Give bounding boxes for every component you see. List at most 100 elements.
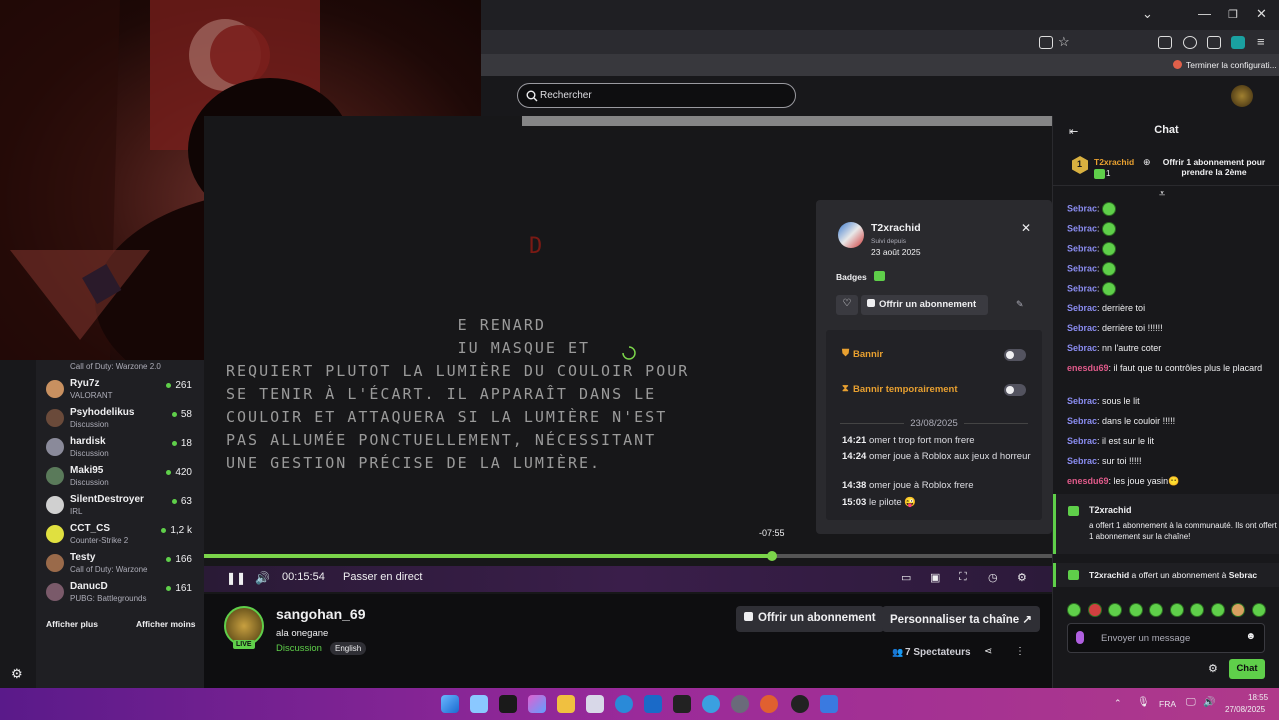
screenshot-icon[interactable]	[1158, 36, 1172, 49]
menu-icon[interactable]: ≡	[1257, 34, 1265, 49]
chat-username[interactable]: Sebrac	[1067, 223, 1097, 233]
expand-icon[interactable]: ⩡	[1159, 188, 1165, 201]
language-indicator[interactable]: FRA	[1159, 699, 1176, 709]
chat-message[interactable]: Sebrac: nn l'autre coter	[1067, 342, 1273, 354]
ban-toggle[interactable]	[1004, 349, 1026, 361]
emote-icon[interactable]	[1102, 202, 1117, 216]
app-icon[interactable]	[820, 695, 838, 713]
pinned-user[interactable]: T2xrachid	[1094, 157, 1134, 167]
more-options-icon[interactable]: ⋮	[1015, 646, 1025, 657]
emote-icon[interactable]	[1102, 262, 1117, 276]
chat-message[interactable]: Sebrac: sous le lit	[1067, 395, 1273, 407]
store-icon[interactable]	[586, 695, 604, 713]
chat-message[interactable]: enesdu69: les joue yasin😶	[1067, 475, 1273, 487]
emote-icon[interactable]	[1108, 603, 1122, 617]
chat-settings-icon[interactable]: ⚙	[1208, 662, 1218, 675]
extensions-icon[interactable]	[1207, 36, 1221, 49]
clock-time[interactable]: 18:55	[1248, 693, 1268, 702]
outlook-icon[interactable]	[644, 695, 662, 713]
emote-icon[interactable]	[1169, 603, 1184, 617]
start-icon[interactable]	[441, 695, 459, 713]
tiktok-icon[interactable]	[499, 695, 517, 713]
sidebar-channel[interactable]: DanucD PUBG: Battlegrounds 161	[40, 579, 200, 607]
share-icon[interactable]: ⋖	[984, 646, 992, 657]
chat-username[interactable]: Sebrac	[1067, 283, 1097, 293]
mic-icon[interactable]	[1076, 631, 1084, 644]
chevron-down-icon[interactable]: ⌄	[1142, 6, 1153, 22]
sub-notice-user[interactable]: T2xrachid	[1089, 505, 1132, 515]
gift-sub-button[interactable]: Offrir un abonnement	[736, 606, 884, 632]
widgets-icon[interactable]	[470, 695, 488, 713]
volume-icon[interactable]: 🔊	[255, 571, 270, 585]
stream-tag[interactable]: English	[330, 642, 367, 655]
sidebar-channel[interactable]: Ryu7z VALORANT 261	[40, 376, 200, 404]
playback-speed-icon[interactable]: ◷	[988, 571, 998, 584]
emote-icon[interactable]	[1210, 603, 1225, 617]
sidebar-channel[interactable]: CCT_CS Counter-Strike 2 1,2 k	[40, 521, 200, 549]
microphone-tray-icon[interactable]: 🎙	[1137, 697, 1150, 708]
close-icon[interactable]: ✕	[1256, 6, 1267, 22]
user-card-close-icon[interactable]: ✕	[1021, 221, 1031, 235]
emoji-picker-icon[interactable]: ☻	[1245, 631, 1256, 642]
maximize-icon[interactable]: ❐	[1228, 8, 1238, 21]
player-settings-icon[interactable]: ⚙	[1017, 571, 1027, 584]
go-live-button[interactable]: Passer en direct	[343, 571, 422, 583]
emote-icon[interactable]	[1087, 603, 1102, 617]
chat-message[interactable]: Sebrac: derrière toi	[1067, 302, 1273, 314]
user-card-gift-button[interactable]: Offrir un abonnement	[861, 295, 988, 315]
user-card-username[interactable]: T2xrachid	[871, 222, 921, 234]
edge-icon[interactable]	[615, 695, 633, 713]
user-avatar[interactable]	[1231, 85, 1253, 107]
emote-icon[interactable]	[1231, 603, 1245, 617]
sidebar-channel[interactable]: SilentDestroyer IRL 63	[40, 492, 200, 520]
chat-username[interactable]: Sebrac	[1067, 303, 1097, 313]
chat-username[interactable]: Sebrac	[1067, 456, 1097, 466]
theatre-mode-icon[interactable]: ▣	[930, 571, 940, 584]
search-input[interactable]: Rechercher	[517, 83, 796, 108]
chat-username[interactable]: Sebrac	[1067, 243, 1097, 253]
chat-username[interactable]: Sebrac	[1067, 203, 1097, 213]
emote-icon[interactable]	[1128, 603, 1143, 617]
extension-badge-icon[interactable]	[1231, 36, 1245, 49]
account-icon[interactable]	[1183, 36, 1197, 49]
firefox-taskbar-icon[interactable]	[760, 695, 778, 713]
chat-username[interactable]: enesdu69	[1067, 476, 1109, 486]
install-app-icon[interactable]	[1039, 36, 1053, 49]
chat-message[interactable]: Sebrac:	[1067, 202, 1273, 216]
chat-message[interactable]: Sebrac: sur toi !!!!!	[1067, 455, 1273, 467]
chat-message[interactable]: Sebrac:	[1067, 282, 1273, 296]
follow-heart-icon[interactable]: ♡	[836, 295, 858, 315]
pinned-cta[interactable]: Offrir 1 abonnement pour prendre la 2ème	[1155, 157, 1273, 177]
clip-icon[interactable]: ▭	[901, 571, 911, 584]
tray-chevron-icon[interactable]: ⌃	[1114, 698, 1122, 709]
chat-username[interactable]: Sebrac	[1067, 263, 1097, 273]
network-icon[interactable]: 🖵	[1186, 697, 1196, 708]
emote-icon[interactable]	[1102, 222, 1117, 236]
bookmark-item[interactable]: Terminer la configurati...	[1186, 60, 1277, 70]
chat-username[interactable]: Sebrac	[1067, 416, 1097, 426]
gift-notice-user[interactable]: T2xrachid	[1089, 570, 1129, 580]
show-more-link[interactable]: Afficher plus	[46, 619, 98, 629]
obs-icon[interactable]	[791, 695, 809, 713]
sidebar-channel[interactable]: Testy Call of Duty: Warzone 166	[40, 550, 200, 578]
pin-icon[interactable]: ✎	[1016, 299, 1024, 310]
chat-username[interactable]: Sebrac	[1067, 343, 1097, 353]
timeout-toggle[interactable]	[1004, 384, 1026, 396]
file-explorer-icon[interactable]	[557, 695, 575, 713]
clock-date[interactable]: 27/08/2025	[1225, 705, 1265, 714]
chat-message[interactable]: Sebrac:	[1067, 242, 1273, 256]
settings-gear-icon[interactable]: ⚙	[11, 666, 23, 682]
chat-username[interactable]: enesdu69	[1067, 363, 1109, 373]
chat-username[interactable]: Sebrac	[1067, 396, 1097, 406]
emote-icon[interactable]	[1102, 282, 1117, 296]
gift-notice-target[interactable]: Sebrac	[1229, 570, 1257, 580]
emote-icon[interactable]	[1190, 603, 1204, 617]
chat-message[interactable]: Sebrac: derrière toi !!!!!!	[1067, 322, 1273, 334]
copilot-icon[interactable]	[528, 695, 546, 713]
settings-app-icon[interactable]	[731, 695, 749, 713]
chat-message[interactable]: Sebrac:	[1067, 222, 1273, 236]
favorite-star-icon[interactable]: ☆	[1058, 34, 1070, 50]
emote-icon[interactable]	[1149, 603, 1163, 617]
minimize-icon[interactable]: —	[1198, 6, 1211, 21]
terminal-icon[interactable]	[673, 695, 691, 713]
